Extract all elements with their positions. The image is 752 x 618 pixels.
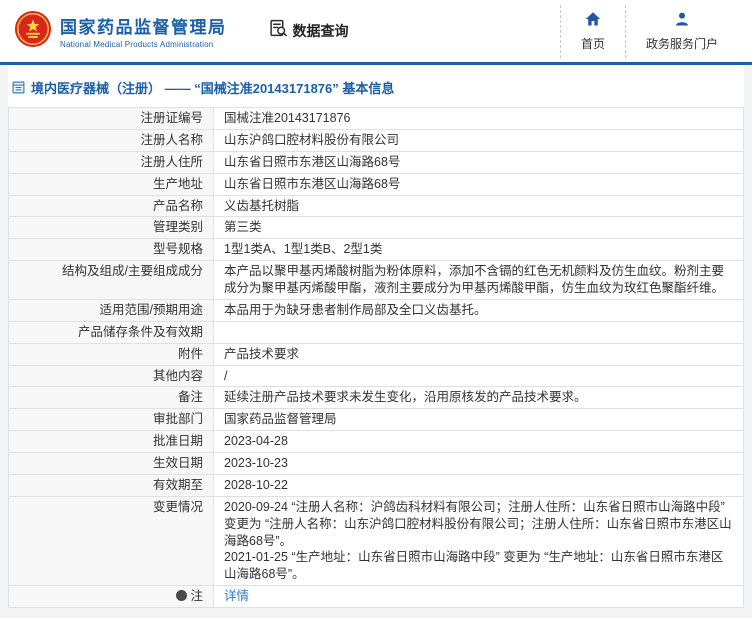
row-value: 本产品以聚甲基丙烯酸树脂为粉体原料，添加不含镉的红色无机颜料及仿生血纹。粉剂主要…	[214, 261, 743, 299]
document-icon	[12, 81, 25, 94]
row-label: 审批部门	[9, 409, 214, 430]
table-row: 附件产品技术要求	[9, 344, 743, 366]
data-query-label: 数据查询	[293, 21, 349, 41]
row-label: 注册证编号	[9, 108, 214, 129]
row-label: 批准日期	[9, 431, 214, 452]
row-label: 附件	[9, 344, 214, 365]
info-table: 注册证编号国械注准20143171876注册人名称山东沪鸽口腔材料股份有限公司注…	[8, 107, 744, 608]
agency-name: 国家药品监督管理局	[60, 13, 227, 38]
table-row: 注册证编号国械注准20143171876	[9, 108, 743, 130]
row-label: 变更情况	[9, 497, 214, 585]
row-label: 注	[9, 586, 214, 607]
data-query-button[interactable]: 数据查询	[269, 19, 349, 43]
page-title: 境内医疗器械（注册） —— “国械注准20143171876” 基本信息	[8, 65, 744, 107]
row-label: 生产地址	[9, 174, 214, 195]
row-value: 第三类	[214, 217, 743, 238]
row-value: 山东省日照市东港区山海路68号	[214, 152, 743, 173]
row-value: 山东沪鸽口腔材料股份有限公司	[214, 130, 743, 151]
row-value: 2023-10-23	[214, 453, 743, 474]
brand-text: 国家药品监督管理局 National Medical Products Admi…	[60, 13, 227, 49]
table-row: 变更情况2020-09-24 “注册人名称：沪鸽齿科材料有限公司；注册人住所：山…	[9, 497, 743, 586]
row-value: 产品技术要求	[214, 344, 743, 365]
row-label: 适用范围/预期用途	[9, 300, 214, 321]
row-value: 2028-10-22	[214, 475, 743, 496]
row-label: 产品名称	[9, 196, 214, 217]
table-row: 审批部门国家药品监督管理局	[9, 409, 743, 431]
table-row: 批准日期2023-04-28	[9, 431, 743, 453]
info-panel: 境内医疗器械（注册） —— “国械注准20143171876” 基本信息 注册证…	[8, 65, 744, 608]
brand: 国家药品监督管理局 National Medical Products Admi…	[14, 10, 227, 53]
row-label: 其他内容	[9, 366, 214, 387]
row-value: 国家药品监督管理局	[214, 409, 743, 430]
table-row: 型号规格1型1类A、1型1类B、2型1类	[9, 239, 743, 261]
table-row: 生产地址山东省日照市东港区山海路68号	[9, 174, 743, 196]
row-value: /	[214, 366, 743, 387]
main-content: 境内医疗器械（注册） —— “国械注准20143171876” 基本信息 注册证…	[0, 65, 752, 618]
nav-home-label: 首页	[581, 35, 605, 52]
row-value: 1型1类A、1型1类B、2型1类	[214, 239, 743, 260]
table-row: 生效日期2023-10-23	[9, 453, 743, 475]
header-nav: 首页 政务服务门户	[560, 5, 738, 58]
table-row: 有效期至2028-10-22	[9, 475, 743, 497]
row-value: 本品用于为缺牙患者制作局部及全口义齿基托。	[214, 300, 743, 321]
table-row: 注册人住所山东省日照市东港区山海路68号	[9, 152, 743, 174]
row-label: 有效期至	[9, 475, 214, 496]
table-row: 注册人名称山东沪鸽口腔材料股份有限公司	[9, 130, 743, 152]
row-label: 注册人名称	[9, 130, 214, 151]
row-label: 结构及组成/主要组成成分	[9, 261, 214, 299]
row-value: 2020-09-24 “注册人名称：沪鸽齿科材料有限公司；注册人住所：山东省日照…	[214, 497, 743, 585]
row-value: 国械注准20143171876	[214, 108, 743, 129]
page-title-text: 境内医疗器械（注册） —— “国械注准20143171876” 基本信息	[31, 78, 394, 97]
agency-name-en: National Medical Products Administration	[60, 40, 227, 49]
table-row: 管理类别第三类	[9, 217, 743, 239]
table-row: 结构及组成/主要组成成分本产品以聚甲基丙烯酸树脂为粉体原料，添加不含镉的红色无机…	[9, 261, 743, 300]
site-header: 国家药品监督管理局 National Medical Products Admi…	[0, 0, 752, 62]
table-row: 其他内容/	[9, 366, 743, 388]
nav-gov-portal-label: 政务服务门户	[646, 35, 718, 52]
row-label: 备注	[9, 387, 214, 408]
person-icon	[674, 11, 690, 32]
detail-link[interactable]: 详情	[224, 589, 249, 603]
row-label: 型号规格	[9, 239, 214, 260]
table-row: 产品名称义齿基托树脂	[9, 196, 743, 218]
row-value: 延续注册产品技术要求未发生变化，沿用原核发的产品技术要求。	[214, 387, 743, 408]
row-value	[214, 322, 743, 343]
row-value: 义齿基托树脂	[214, 196, 743, 217]
table-row: 注详情	[9, 586, 743, 608]
nav-home[interactable]: 首页	[560, 5, 625, 58]
row-label: 生效日期	[9, 453, 214, 474]
row-label: 产品储存条件及有效期	[9, 322, 214, 343]
row-value: 山东省日照市东港区山海路68号	[214, 174, 743, 195]
table-row: 产品储存条件及有效期	[9, 322, 743, 344]
row-value: 2023-04-28	[214, 431, 743, 452]
table-row: 备注延续注册产品技术要求未发生变化，沿用原核发的产品技术要求。	[9, 387, 743, 409]
row-value: 详情	[214, 586, 743, 607]
nmpa-logo-icon	[14, 10, 52, 53]
data-query-icon	[269, 19, 288, 43]
table-row: 适用范围/预期用途本品用于为缺牙患者制作局部及全口义齿基托。	[9, 300, 743, 322]
nav-gov-portal[interactable]: 政务服务门户	[625, 5, 738, 58]
row-label: 注册人住所	[9, 152, 214, 173]
home-icon	[585, 11, 601, 32]
row-label: 管理类别	[9, 217, 214, 238]
